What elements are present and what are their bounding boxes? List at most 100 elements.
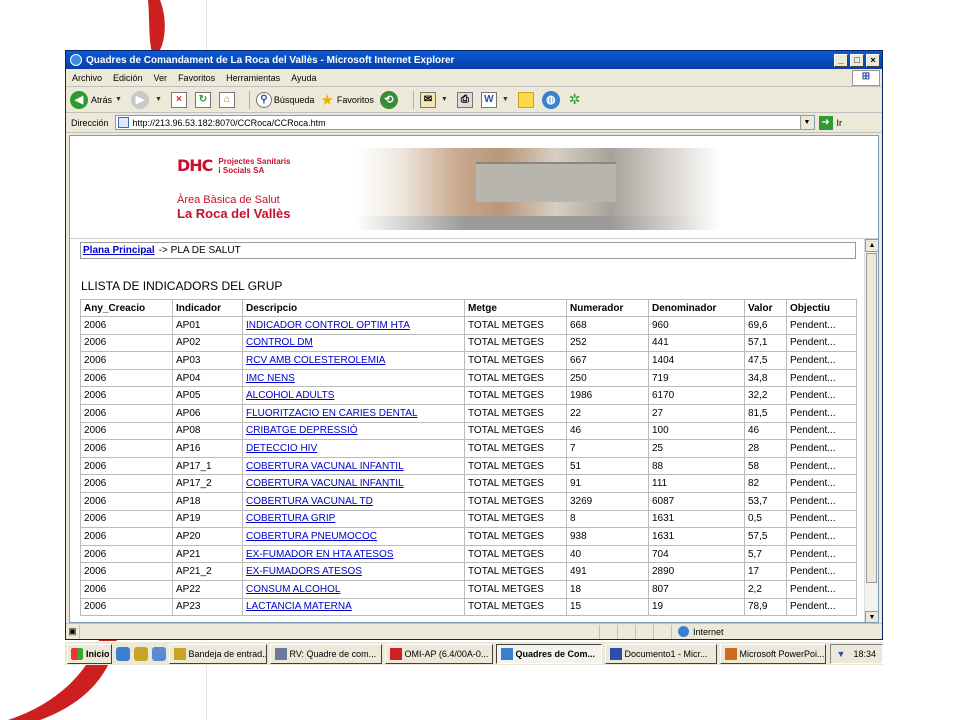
network-icon[interactable]: ▼ — [837, 649, 846, 659]
page-content: DHC Projectes Sanitaris i Socials SA Àre… — [69, 135, 879, 623]
menu-ver[interactable]: Ver — [154, 73, 168, 83]
cell-descripcio[interactable]: FLUORITZACIO EN CARIES DENTAL — [242, 403, 465, 423]
minimize-button[interactable]: _ — [834, 53, 848, 67]
home-button[interactable]: ⌂ — [218, 91, 237, 108]
cell-indicador: AP06 — [172, 403, 243, 423]
task-buttons: Bandeja de entrad... RV: Quadre de com...… — [166, 643, 826, 664]
cell-denominador: 807 — [648, 579, 745, 599]
cell-descripcio[interactable]: IMC NENS — [242, 368, 465, 388]
cell-indicador: AP08 — [172, 421, 243, 441]
taskbar-item[interactable]: OMI-AP (6.4/00A-0... — [384, 643, 493, 664]
status-bar: ▣ Internet — [66, 623, 882, 639]
taskbar-item[interactable]: Documento1 - Micr... — [604, 643, 717, 664]
menu-herramientas[interactable]: Herramientas — [226, 73, 280, 83]
chevron-down-icon[interactable]: ▼ — [799, 116, 814, 129]
cell-descripcio[interactable]: COBERTURA VACUNAL INFANTIL — [242, 456, 465, 476]
maximize-button[interactable]: □ — [850, 53, 864, 67]
cell-numerador: 22 — [566, 403, 649, 423]
cell-descripcio[interactable]: COBERTURA PNEUMOCOC — [242, 527, 465, 546]
cell-valor: 69,6 — [744, 316, 787, 335]
cell-any-creacio: 2006 — [80, 474, 173, 493]
taskbar: Inicio Bandeja de entrad... RV: Quadre de… — [65, 641, 883, 665]
search-button[interactable]: ⚲ Búsqueda — [255, 91, 314, 108]
taskbar-item[interactable]: Bandeja de entrad... — [168, 643, 267, 664]
desktop-quicklaunch-icon[interactable] — [151, 646, 166, 661]
discuss-button[interactable] — [517, 91, 536, 108]
scroll-thumb[interactable] — [866, 253, 877, 583]
taskbar-item-label: RV: Quadre de com... — [289, 648, 377, 659]
col-header-indicador: Indicador — [172, 299, 243, 317]
cell-indicador: AP21 — [172, 544, 243, 564]
chevron-down-icon: ▼ — [440, 96, 448, 103]
cell-descripcio[interactable]: LACTANCIA MATERNA — [242, 597, 465, 617]
cell-descripcio[interactable]: COBERTURA VACUNAL INFANTIL — [242, 474, 465, 493]
cell-descripcio[interactable]: ALCOHOL ADULTS — [242, 386, 465, 405]
breadcrumb-home-link[interactable]: Plana Principal — [83, 245, 155, 256]
scroll-down-arrow-icon[interactable]: ▼ — [865, 611, 878, 622]
taskbar-item[interactable]: Microsoft PowerPoi... — [719, 643, 826, 664]
globe-icon: ◍ — [541, 90, 560, 109]
cell-descripcio[interactable]: RCV AMB COLESTEROLEMIA — [242, 351, 465, 370]
cell-descripcio[interactable]: DETECCIO HIV — [242, 439, 465, 458]
toolbar: ◀ Atrás ▼ ▶ ▼ × ↻ ⌂ ⚲ Búsqueda ★ Favorit… — [66, 87, 882, 113]
chevron-down-icon: ▼ — [115, 96, 122, 103]
cell-descripcio[interactable]: CONTROL DM — [242, 333, 465, 353]
menu-ayuda[interactable]: Ayuda — [291, 73, 316, 83]
favorites-button[interactable]: ★ Favoritos — [320, 91, 373, 109]
system-tray: ▼ 18:34 — [829, 643, 883, 664]
vertical-scrollbar[interactable]: ▲ ▼ — [864, 239, 878, 622]
cell-valor: 17 — [744, 562, 787, 581]
cell-any-creacio: 2006 — [80, 421, 173, 441]
cell-any-creacio: 2006 — [80, 456, 173, 476]
toolbar-separator — [412, 90, 414, 109]
cell-denominador: 704 — [648, 544, 745, 564]
stop-button[interactable]: × — [170, 91, 189, 108]
go-button[interactable]: ➜ Ir — [818, 115, 842, 130]
col-header-descripcio: Descripcio — [242, 299, 465, 317]
cell-descripcio[interactable]: COBERTURA VACUNAL TD — [242, 491, 465, 511]
cell-metge: TOTAL METGES — [464, 351, 567, 370]
address-input[interactable]: http://213.96.53.182:8070/CCRoca/CCRoca.… — [114, 115, 815, 130]
cell-numerador: 46 — [566, 421, 649, 441]
history-button[interactable]: ⟲ — [379, 90, 401, 109]
cell-descripcio[interactable]: EX-FUMADOR EN HTA ATESOS — [242, 544, 465, 564]
ie-quicklaunch-icon[interactable] — [116, 646, 131, 661]
cell-any-creacio: 2006 — [80, 544, 173, 564]
taskbar-item-label: Documento1 - Micr... — [624, 648, 708, 659]
forward-button[interactable]: ▶ ▼ — [130, 90, 165, 109]
cell-any-creacio: 2006 — [80, 439, 173, 458]
mail-button[interactable]: ✉ ▼ — [419, 91, 451, 108]
edit-button[interactable]: W ▼ — [480, 91, 512, 108]
page-status-icon: ▣ — [66, 624, 80, 639]
table-row: 2006 AP04 IMC NENS TOTAL METGES 250 719 34,8 Pe… — [80, 368, 857, 388]
close-button[interactable]: × — [866, 53, 880, 67]
scroll-up-arrow-icon[interactable]: ▲ — [865, 239, 878, 252]
cell-descripcio[interactable]: CRIBATGE DEPRESSIÓ — [242, 421, 465, 441]
home-icon: ⌂ — [218, 91, 235, 108]
taskbar-item-label: OMI-AP (6.4/00A-0... — [404, 648, 489, 659]
messenger-button[interactable]: ✲ — [569, 91, 581, 108]
taskbar-item[interactable]: Quadres de Com... — [495, 643, 602, 664]
refresh-icon: ↻ — [194, 91, 211, 108]
print-button[interactable]: ⎙ — [456, 91, 475, 108]
cell-descripcio[interactable]: COBERTURA GRIP — [242, 509, 465, 529]
cell-objectiu: Pendent... — [786, 597, 857, 617]
taskbar-item[interactable]: RV: Quadre de com... — [269, 643, 382, 664]
outlook-quicklaunch-icon[interactable] — [134, 646, 148, 661]
start-button[interactable]: Inicio — [67, 643, 113, 664]
cell-objectiu: Pendent... — [786, 456, 857, 476]
cell-descripcio[interactable]: INDICADOR CONTROL OPTIM HTA — [242, 316, 465, 335]
research-button[interactable]: ◍ — [541, 90, 563, 109]
back-button[interactable]: ◀ Atrás ▼ — [70, 90, 125, 109]
cell-indicador: AP20 — [172, 527, 243, 546]
cell-descripcio[interactable]: EX-FUMADORS ATESOS — [242, 562, 465, 581]
cell-numerador: 491 — [566, 562, 649, 581]
refresh-button[interactable]: ↻ — [194, 91, 213, 108]
taskbar-item-label: Quadres de Com... — [515, 648, 596, 659]
menu-edicion[interactable]: Edición — [113, 73, 143, 83]
cell-descripcio[interactable]: CONSUM ALCOHOL — [242, 579, 465, 599]
cell-denominador: 960 — [648, 316, 745, 335]
menu-archivo[interactable]: Archivo — [72, 73, 102, 83]
cell-metge: TOTAL METGES — [464, 403, 567, 423]
menu-favoritos[interactable]: Favoritos — [178, 73, 215, 83]
